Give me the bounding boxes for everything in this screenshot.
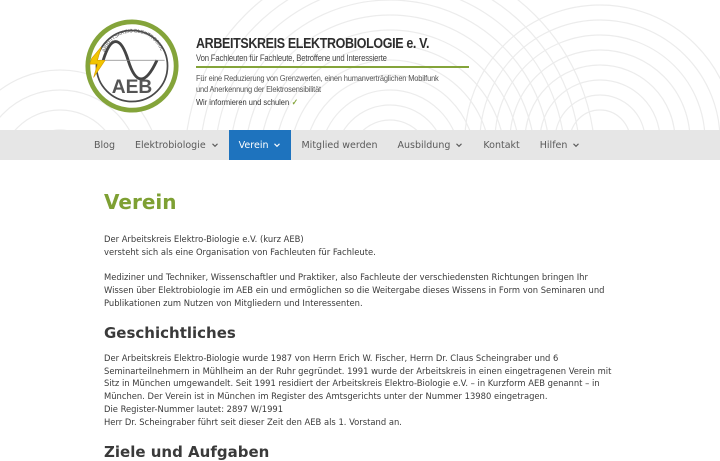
check-icon: ✓ (291, 97, 299, 107)
main-content: Verein Der Arbeitskreis Elektro-Biologie… (0, 190, 720, 461)
intro-line-1: Der Arbeitskreis Elektro-Biologie e.V. (… (104, 234, 304, 244)
nav-item-label: Ausbildung (397, 139, 451, 151)
nav-item-label: Blog (94, 139, 115, 151)
nav-item-label: Mitglied werden (301, 139, 378, 151)
nav-item-verein[interactable]: Verein (228, 130, 292, 160)
chair-text: Herr Dr. Scheingraber führt seit dieser … (104, 416, 402, 427)
chevron-down-icon (572, 141, 580, 149)
site-title[interactable]: ARBEITSKREIS ELEKTROBIOLOGIE e. V. (196, 36, 437, 52)
nav-item-label: Elektrobiologie (135, 139, 206, 151)
intro-paragraph: Der Arbeitskreis Elektro-Biologie e.V. (… (104, 233, 616, 259)
site-subtitle: Von Fachleuten für Fachleute, Betroffene… (196, 53, 387, 63)
members-paragraph: Mediziner und Techniker, Wissenschaftler… (104, 272, 605, 308)
history-paragraph: Der Arbeitskreis Elektro-Biologie wurde … (104, 352, 616, 429)
site-header: AEB ARBEITSKREIS ELEKTROBIOLOGIE e.V. AR… (0, 0, 720, 130)
brand-divider (196, 66, 469, 68)
svg-text:AEB: AEB (112, 77, 153, 98)
mission-line-1: Für eine Reduzierung von Grenzwerten, ei… (196, 73, 439, 83)
tagline-text: Wir informieren und schulen (196, 97, 290, 107)
nav-item-mitglied-werden[interactable]: Mitglied werden (291, 130, 387, 160)
history-text: Der Arbeitskreis Elektro-Biologie wurde … (104, 352, 612, 402)
mission-line-2: und Anerkennung der Elektrosensibilität (196, 84, 321, 94)
section-heading-goals: Ziele und Aufgaben (104, 442, 270, 461)
section-heading-history: Geschichtliches (104, 323, 236, 342)
aeb-logo[interactable]: AEB ARBEITSKREIS ELEKTROBIOLOGIE e.V. (84, 18, 180, 114)
chevron-down-icon (273, 141, 281, 149)
nav-item-label: Hilfen (539, 139, 568, 151)
nav-item-label: Kontakt (483, 139, 520, 151)
nav-item-kontakt[interactable]: Kontakt (473, 130, 529, 160)
main-navigation: Blog Elektrobiologie Verein Mitglied wer… (0, 130, 720, 160)
tagline: Wir informieren und schulen ✓ (196, 97, 442, 108)
register-number-text: Die Register-Nummer lautet: 2897 W/1991 (104, 403, 284, 414)
nav-item-hilfen[interactable]: Hilfen (530, 130, 591, 160)
intro-line-2: versteht sich als eine Organisation von … (104, 246, 376, 257)
chevron-down-icon (455, 141, 463, 149)
nav-item-elektrobiologie[interactable]: Elektrobiologie (125, 130, 229, 160)
brand-block: ARBEITSKREIS ELEKTROBIOLOGIE e. V. Von F… (196, 36, 476, 108)
nav-item-blog[interactable]: Blog (84, 130, 125, 160)
chevron-down-icon (211, 141, 219, 149)
nav-item-ausbildung[interactable]: Ausbildung (388, 130, 474, 160)
page-title: Verein (104, 190, 177, 214)
nav-item-label: Verein (238, 139, 269, 151)
